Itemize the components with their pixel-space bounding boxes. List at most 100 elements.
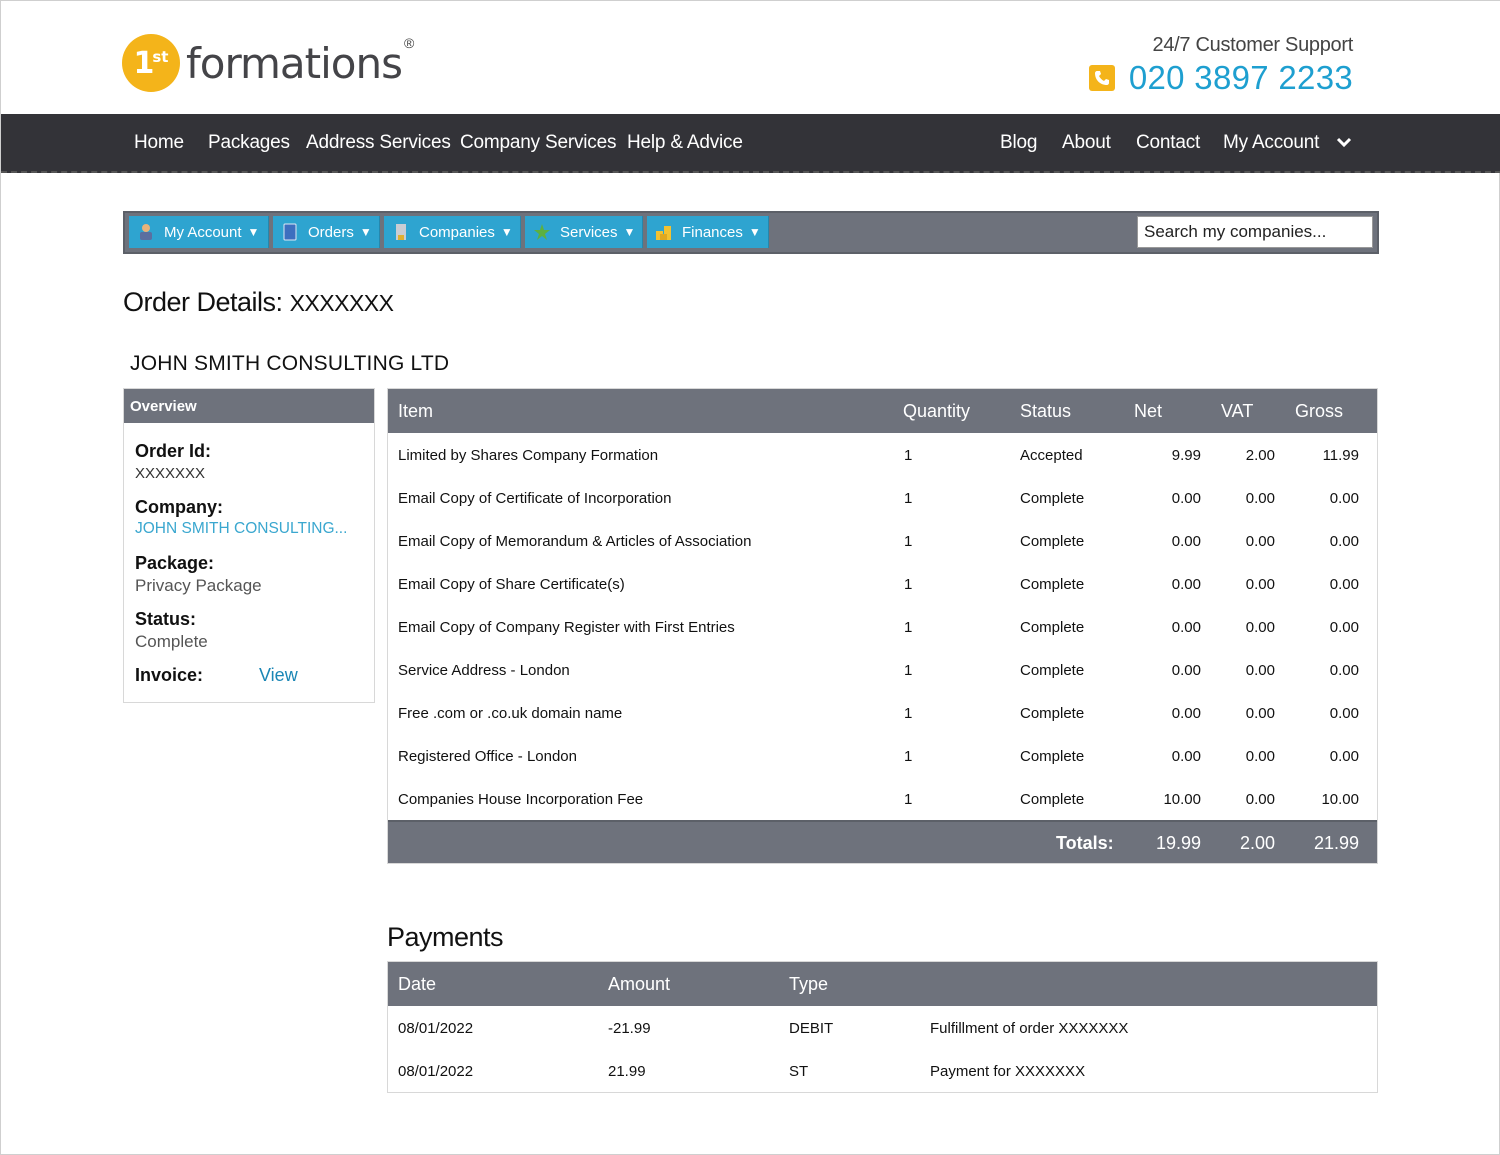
toolbar-my-account-label: My Account [164,223,242,241]
dropdown-arrow-icon: ▼ [359,225,372,239]
payment-row: 08/01/2022 21.99 ST Payment for XXXXXXX [388,1049,1377,1092]
overview-heading: Overview [124,389,374,423]
item-row: Limited by Shares Company Formation 1 Acce… [388,433,1377,476]
toolbar-services-button[interactable]: Services ▼ [525,216,643,248]
item-quantity: 1 [904,619,913,636]
item-vat: 2.00 [1245,447,1275,464]
search-companies-input[interactable] [1137,216,1373,248]
item-name: Limited by Shares Company Formation [398,447,659,464]
nav-blog[interactable]: Blog [1000,132,1037,154]
nav-company-services[interactable]: Company Services [460,132,616,154]
item-status: Accepted [1020,447,1083,464]
company-name-heading: JOHN SMITH CONSULTING LTD [130,352,450,375]
col-gross: Gross [1295,401,1344,421]
payment-type: ST [789,1063,809,1080]
company-link[interactable]: JOHN SMITH CONSULTING... [135,520,347,538]
status-value: Complete [135,632,208,651]
item-net: 0.00 [1171,662,1201,679]
item-row: Companies House Incorporation Fee 1 Comple… [388,777,1377,820]
nav-contact[interactable]: Contact [1136,132,1200,154]
item-row: Email Copy of Share Certificate(s) 1 Compl… [388,562,1377,605]
item-vat: 0.00 [1245,748,1275,765]
item-net: 10.00 [1163,791,1201,808]
site-header: 1st formations ® 24/7 Customer Support 0… [1,1,1500,114]
payment-type: DEBIT [789,1020,834,1037]
dropdown-arrow-icon: ▼ [247,225,260,239]
toolbar-orders-button[interactable]: Orders ▼ [273,216,380,248]
page-title-order-id: XXXXXXX [289,290,394,316]
logo[interactable]: 1st formations ® [122,34,414,92]
payment-description: Fulfillment of order XXXXXXX [930,1020,1129,1037]
item-row: Free .com or .co.uk domain name 1 Complete… [388,691,1377,734]
toolbar-my-account-button[interactable]: My Account ▼ [129,216,269,248]
nav-about[interactable]: About [1062,132,1111,154]
item-status: Complete [1020,619,1085,636]
item-gross: 0.00 [1329,490,1359,507]
totals-gross: 21.99 [1313,833,1359,853]
payment-date: 08/01/2022 [398,1063,474,1080]
registered-mark: ® [404,35,415,51]
logo-text: formations [186,38,403,88]
item-name: Email Copy of Company Register with Firs… [398,619,735,636]
totals-row: Totals: 19.99 2.00 21.99 [388,820,1377,863]
phone-number[interactable]: 020 3897 2233 [1129,59,1353,97]
item-status: Complete [1020,705,1085,722]
account-toolbar: My Account ▼ Orders ▼ Companies ▼ Servic… [123,211,1379,254]
nav-packages[interactable]: Packages [208,132,290,154]
payments-table-body: 08/01/2022 -21.99 DEBIT Fulfillment of orde… [388,1006,1377,1092]
toolbar-services-label: Services [560,223,618,241]
payment-date: 08/01/2022 [398,1020,474,1037]
nav-address-services[interactable]: Address Services [306,132,451,154]
customer-support: 24/7 Customer Support 020 3897 2233 [1088,34,1353,97]
nav-my-account[interactable]: My Account [1223,132,1352,154]
item-gross: 11.99 [1322,447,1359,464]
toolbar-companies-label: Companies [419,223,495,241]
payment-amount: -21.99 [608,1020,651,1037]
item-row: Email Copy of Company Register with Firs… [388,605,1377,648]
package-label: Package: [135,553,215,573]
nav-my-account-label: My Account [1223,132,1320,153]
chevron-down-icon [1336,135,1352,153]
logo-mark: 1st [122,34,180,92]
nav-home[interactable]: Home [134,132,184,154]
logo-mark-sup: st [152,48,169,66]
item-row: Registered Office - London 1 Complete 0.00 0… [388,734,1377,777]
item-name: Companies House Incorporation Fee [398,791,644,808]
items-table-header: Item Quantity Status Net VAT Gross [388,389,1377,433]
item-gross: 0.00 [1329,533,1359,550]
item-gross: 0.00 [1329,619,1359,636]
invoice-view-link[interactable]: View [259,665,298,686]
status-label: Status: [135,609,197,629]
item-row: Email Copy of Certificate of Incorporati… [388,476,1377,519]
col-vat: VAT [1221,401,1254,421]
col-type: Type [789,974,829,994]
item-name: Registered Office - London [398,748,577,765]
item-name: Service Address - London [398,662,570,679]
order-id-label: Order Id: [135,441,212,461]
totals-label: Totals: [1056,833,1114,853]
item-net: 0.00 [1171,748,1201,765]
item-net: 0.00 [1171,490,1201,507]
totals-vat: 2.00 [1239,833,1275,853]
page-title-label: Order Details: [123,287,283,317]
toolbar-companies-button[interactable]: Companies ▼ [384,216,521,248]
col-status: Status [1020,401,1072,421]
nav-help-advice[interactable]: Help & Advice [627,132,743,154]
phone-icon [1088,65,1115,91]
orders-book-icon [281,223,299,241]
support-phone[interactable]: 020 3897 2233 [1088,59,1353,97]
item-vat: 0.00 [1245,705,1275,722]
item-vat: 0.00 [1245,576,1275,593]
item-vat: 0.00 [1245,490,1275,507]
item-status: Complete [1020,533,1085,550]
payments-heading: Payments [387,922,504,952]
item-quantity: 1 [904,490,913,507]
item-gross: 0.00 [1329,705,1359,722]
payment-description: Payment for XXXXXXX [930,1063,1086,1080]
toolbar-finances-button[interactable]: Finances ▼ [647,216,769,248]
logo-mark-number: 1 [133,45,155,81]
coins-icon [655,223,673,241]
totals-net: 19.99 [1155,833,1201,853]
item-net: 0.00 [1171,619,1201,636]
user-icon [137,223,155,241]
